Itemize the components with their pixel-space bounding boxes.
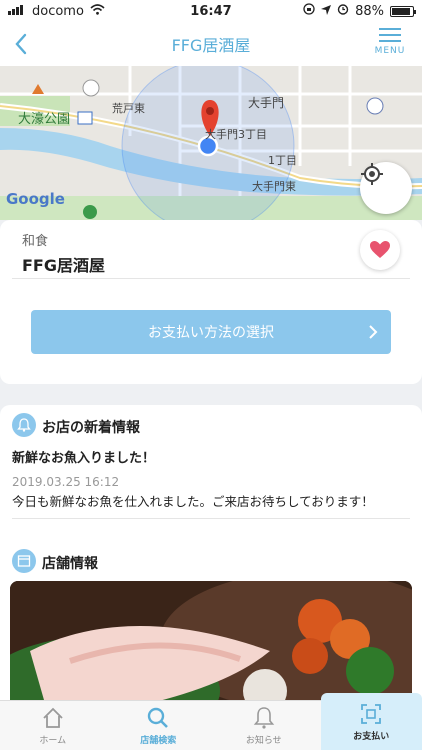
map-view[interactable]: 荒戸東 大手門 大濠公園 大手門3丁目 1丁目 大手門東 Google bbox=[0, 66, 422, 220]
tab-label: お支払い bbox=[353, 732, 390, 742]
tab-notice[interactable]: お知らせ bbox=[211, 701, 317, 750]
location-arrow-icon bbox=[321, 4, 332, 19]
divider bbox=[12, 518, 410, 519]
carrier-label: docomo bbox=[32, 3, 84, 19]
tab-label: ホーム bbox=[39, 736, 67, 746]
store-category: 和食 bbox=[22, 234, 49, 249]
menu-button[interactable]: MENU bbox=[370, 24, 410, 64]
signal-icon bbox=[8, 4, 26, 19]
store-name: FFG居酒屋 bbox=[22, 256, 105, 275]
tab-home[interactable]: ホーム bbox=[0, 701, 106, 750]
tab-label: 店舗検索 bbox=[140, 736, 177, 746]
home-icon bbox=[43, 707, 63, 728]
news-date: 2019.03.25 16:12 bbox=[12, 475, 120, 489]
battery-percent: 88% bbox=[355, 3, 384, 19]
map-label: 1丁目 bbox=[268, 154, 297, 167]
store-info-icon bbox=[12, 549, 36, 573]
bell-icon bbox=[253, 707, 274, 729]
tab-label: お知らせ bbox=[245, 736, 282, 746]
map-label: 大手門東 bbox=[252, 180, 296, 193]
map-label: 荒戸東 bbox=[112, 102, 145, 115]
chevron-left-icon bbox=[15, 33, 27, 55]
news-headline: 新鮮なお魚入りました！ bbox=[12, 451, 156, 466]
payment-method-button[interactable]: お支払い方法の選択 bbox=[31, 310, 391, 354]
tab-store-search[interactable]: 店舗検索 bbox=[106, 701, 212, 750]
news-body: 今日も新鮮なお魚を仕入れました。ご来店お待ちしております！ bbox=[12, 494, 374, 509]
heart-icon bbox=[370, 241, 390, 258]
bell-icon bbox=[12, 413, 36, 437]
payment-method-label: お支払い方法の選択 bbox=[148, 325, 274, 341]
wifi-icon bbox=[90, 3, 105, 19]
map-label: 大濠公園 bbox=[18, 112, 71, 127]
page-title: FFG居酒屋 bbox=[171, 36, 251, 55]
status-bar: docomo 16:47 88% bbox=[0, 0, 422, 22]
google-logo: Google bbox=[6, 190, 65, 208]
hamburger-icon bbox=[379, 24, 401, 46]
back-button[interactable] bbox=[10, 30, 34, 58]
divider bbox=[12, 278, 410, 279]
tab-payment[interactable]: お支払い bbox=[317, 693, 422, 750]
crosshair-icon bbox=[361, 163, 383, 185]
lock-rotation-icon bbox=[303, 3, 315, 19]
nav-bar: FFG居酒屋 MENU bbox=[0, 22, 422, 66]
store-card: 和食 FFG居酒屋 お支払い方法の選択 bbox=[0, 220, 422, 384]
tab-bar: ホーム 店舗検索 お知らせ お支払い bbox=[0, 693, 422, 750]
favorite-button[interactable] bbox=[360, 230, 400, 270]
qr-code-icon bbox=[361, 704, 382, 724]
map-label: 大手門 bbox=[248, 96, 285, 110]
battery-icon bbox=[390, 5, 416, 17]
store-info-section-title: 店舗情報 bbox=[42, 556, 98, 572]
menu-label: MENU bbox=[374, 46, 406, 56]
map-label: 大手門3丁目 bbox=[205, 128, 267, 141]
news-section-title: お店の新着情報 bbox=[42, 420, 140, 436]
search-icon bbox=[148, 707, 169, 728]
current-location-button[interactable] bbox=[360, 162, 412, 214]
chevron-right-icon bbox=[369, 325, 378, 339]
alarm-icon bbox=[337, 3, 349, 19]
